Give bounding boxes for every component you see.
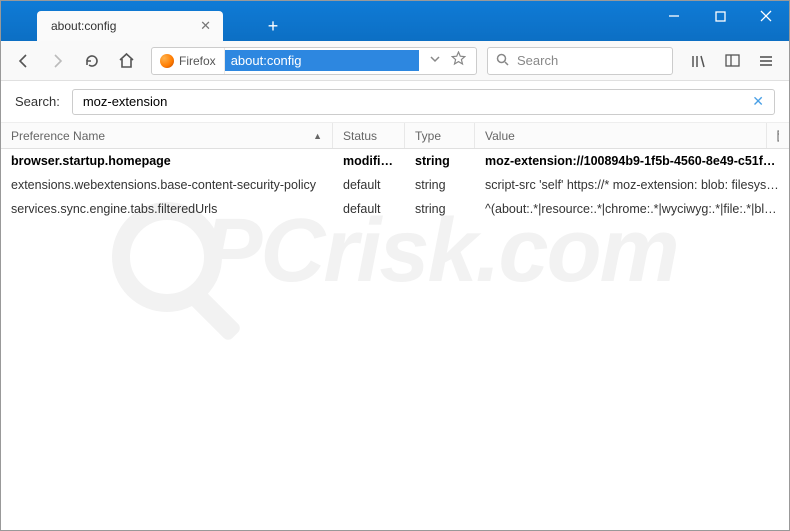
cell-status: default [333, 178, 405, 192]
url-bar[interactable]: Firefox about:config [151, 47, 477, 75]
pref-table-header: Preference Name ▲ Status Type Value [1, 123, 789, 149]
cell-status: modified [333, 154, 405, 168]
forward-button[interactable] [43, 46, 73, 76]
cell-name: extensions.webextensions.base-content-se… [1, 178, 333, 192]
pref-table-body: browser.startup.homepagemodifiedstringmo… [1, 149, 789, 221]
column-value[interactable]: Value [475, 123, 767, 148]
config-search-box[interactable]: ✕ [72, 89, 775, 115]
firefox-icon [160, 54, 174, 68]
identity-box[interactable]: Firefox [152, 48, 225, 74]
search-bar[interactable]: Search [487, 47, 673, 75]
minimize-button[interactable] [651, 1, 697, 31]
cell-name: browser.startup.homepage [1, 154, 333, 168]
menu-button[interactable] [751, 46, 781, 76]
cell-value: moz-extension://100894b9-1f5b-4560-8e49-… [475, 154, 789, 168]
dropdown-icon[interactable] [429, 52, 441, 70]
cell-status: default [333, 202, 405, 216]
sidebar-button[interactable] [717, 46, 747, 76]
clear-search-icon[interactable]: ✕ [752, 93, 764, 110]
tab-title: about:config [51, 19, 116, 33]
table-row[interactable]: browser.startup.homepagemodifiedstringmo… [1, 149, 789, 173]
navigation-toolbar: Firefox about:config Search [1, 41, 789, 81]
plus-icon: + [268, 16, 279, 37]
window-controls [651, 1, 789, 31]
cell-value: script-src 'self' https://* moz-extensio… [475, 178, 789, 192]
close-tab-icon[interactable]: ✕ [200, 18, 211, 34]
close-window-button[interactable] [743, 1, 789, 31]
table-row[interactable]: extensions.webextensions.base-content-se… [1, 173, 789, 197]
search-placeholder: Search [517, 53, 558, 68]
library-button[interactable] [683, 46, 713, 76]
browser-tab[interactable]: about:config ✕ [37, 11, 223, 41]
reload-button[interactable] [77, 46, 107, 76]
brand-label: Firefox [179, 54, 216, 68]
cell-value: ^(about:.*|resource:.*|chrome:.*|wyciwyg… [475, 202, 789, 216]
maximize-button[interactable] [697, 1, 743, 31]
cell-type: string [405, 202, 475, 216]
table-row[interactable]: services.sync.engine.tabs.filteredUrlsde… [1, 197, 789, 221]
titlebar: about:config ✕ + [1, 1, 789, 41]
column-type[interactable]: Type [405, 123, 475, 148]
config-search-row: Search: ✕ [1, 81, 789, 123]
sort-indicator-icon: ▲ [313, 131, 322, 141]
back-button[interactable] [9, 46, 39, 76]
cell-type: string [405, 178, 475, 192]
config-search-input[interactable] [83, 94, 752, 109]
star-icon[interactable] [451, 51, 466, 71]
column-picker[interactable] [767, 123, 789, 148]
toolbar-right [683, 46, 781, 76]
url-actions [419, 51, 476, 71]
column-preference-name[interactable]: Preference Name ▲ [1, 123, 333, 148]
cell-type: string [405, 154, 475, 168]
url-text[interactable]: about:config [225, 50, 419, 71]
search-icon [496, 53, 509, 69]
home-button[interactable] [111, 46, 141, 76]
new-tab-button[interactable]: + [261, 14, 285, 38]
cell-name: services.sync.engine.tabs.filteredUrls [1, 202, 333, 216]
column-status[interactable]: Status [333, 123, 405, 148]
config-search-label: Search: [15, 94, 60, 109]
